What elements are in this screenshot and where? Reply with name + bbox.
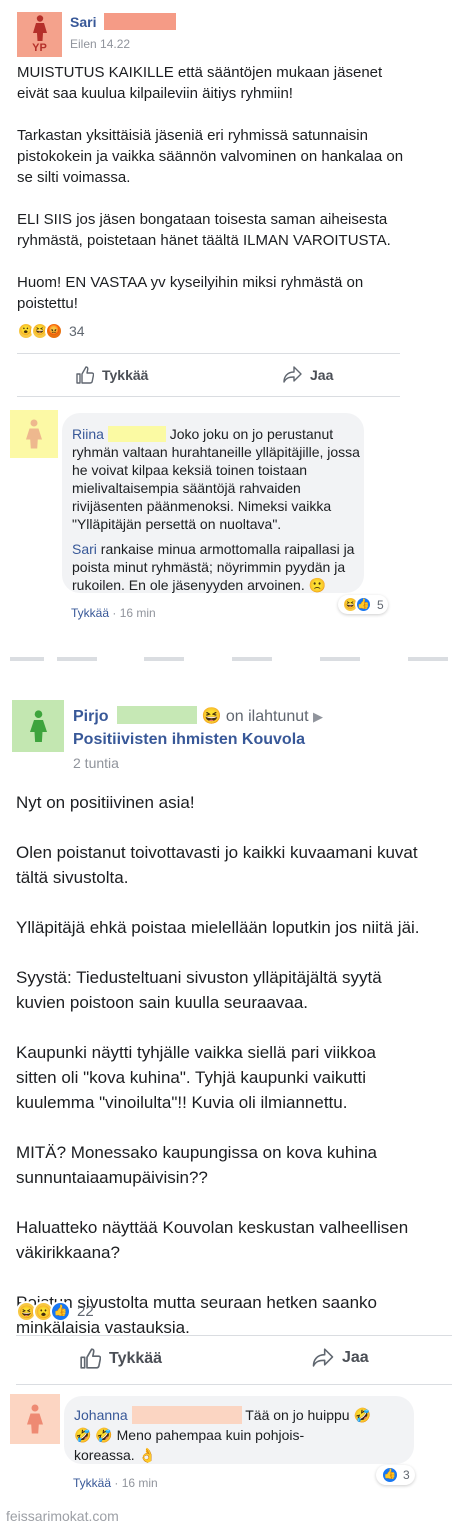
post-header: Pirjo 😆 on ilahtunut ▶ (73, 706, 323, 726)
post-time[interactable]: Eilen 14.22 (70, 37, 130, 51)
angry-reaction-icon: 😡 (45, 322, 63, 340)
comment-text-block: Sari rankaise minua armottomalla raipall… (72, 540, 360, 594)
post-paragraph: ELI SIIS jos jäsen bongataan toisesta sa… (17, 211, 391, 249)
comment-mention[interactable]: Sari (72, 541, 97, 557)
separator: · (112, 606, 117, 620)
comment-text: rankaise minua armottomalla raipallasi j… (72, 541, 355, 593)
thumbs-up-icon (80, 1348, 101, 1369)
post-paragraph: MUISTUTUS KAIKILLE että sääntöjen mukaan… (17, 64, 383, 102)
separator-line (144, 657, 184, 661)
watermark: feissarimokat.com (6, 1508, 119, 1524)
comment-bubble: Riina Joko joku on jo perustanut ryhmän … (62, 413, 364, 593)
separator-line (10, 657, 44, 661)
comment-like-link[interactable]: Tykkää (71, 606, 109, 620)
comment-reactions[interactable]: 😆 👍 5 (338, 595, 388, 614)
separator-line (232, 657, 272, 661)
divider (17, 353, 400, 354)
redacted-name (131, 1406, 242, 1424)
share-icon (312, 1348, 334, 1367)
comment-text: Tää on jo huippu 🤣 (245, 1407, 371, 1423)
like-button[interactable]: Tykkää (76, 366, 148, 384)
reaction-count: 5 (377, 597, 384, 612)
comment-text-block: Johanna Tää on jo huippu 🤣 (74, 1405, 409, 1425)
reaction-summary[interactable]: 😮 😆 😡 34 (17, 322, 85, 340)
post-paragraph: MITÄ? Monessako kaupungissa on kova kuhi… (16, 1143, 377, 1187)
reaction-count: 3 (403, 1468, 410, 1482)
redacted-name (117, 706, 198, 724)
person-icon (27, 1404, 43, 1434)
comment-time[interactable]: 16 min (122, 1476, 158, 1490)
comment-actions: Tykkää · 16 min (71, 606, 156, 620)
like-reaction-icon: 👍 (355, 596, 372, 613)
post-author[interactable]: Sari (70, 14, 96, 30)
like-button[interactable]: Tykkää (80, 1348, 162, 1369)
post-paragraph: Tarkastan yksittäisiä jäseniä eri ryhmis… (17, 127, 404, 186)
comment-author[interactable]: Riina (72, 426, 104, 442)
thumbs-up-icon (76, 366, 94, 384)
comment-text-block: 🤣 🤣 Meno pahempaa kuin pohjois-koreassa.… (74, 1425, 344, 1465)
comment-bubble: Johanna Tää on jo huippu 🤣 🤣 🤣 Meno pahe… (64, 1396, 414, 1464)
feeling-text: on ilahtunut (225, 708, 309, 725)
person-icon (26, 419, 42, 449)
comment-like-link[interactable]: Tykkää (73, 1476, 111, 1490)
divider (16, 1335, 452, 1336)
comment-avatar[interactable] (10, 410, 58, 458)
post-paragraph: Nyt on positiivinen asia! (16, 793, 195, 812)
separator-line (408, 657, 448, 661)
play-arrow-icon: ▶ (313, 709, 324, 724)
post-body: MUISTUTUS KAIKILLE että sääntöjen mukaan… (17, 62, 407, 335)
separator-line (320, 657, 360, 661)
share-label: Jaa (310, 366, 334, 383)
avatar[interactable] (12, 700, 64, 752)
comment-text: 🤣 🤣 Meno pahempaa kuin pohjois-koreassa.… (74, 1427, 305, 1463)
comment-avatar[interactable] (10, 1394, 60, 1444)
divider (17, 396, 400, 397)
reaction-summary[interactable]: 😆 😮 👍 22 (16, 1301, 94, 1322)
comment-reactions[interactable]: 👍 3 (376, 1465, 415, 1485)
person-icon (29, 710, 47, 742)
separator-line (57, 657, 97, 661)
share-icon (283, 366, 302, 383)
post-paragraph: Syystä: Tiedusteltuani sivuston ylläpitä… (16, 968, 382, 1012)
comment-time[interactable]: 16 min (120, 606, 156, 620)
share-button[interactable]: Jaa (283, 366, 333, 383)
feeling-icon: 😆 (201, 708, 222, 725)
post-author[interactable]: Pirjo (73, 708, 109, 725)
post-body: Nyt on positiivinen asia! Olen poistanut… (16, 790, 421, 1365)
like-reaction-icon: 👍 (381, 1466, 399, 1484)
reaction-count: 22 (77, 1303, 94, 1320)
divider (16, 1384, 452, 1385)
reaction-count: 34 (69, 323, 85, 339)
share-button[interactable]: Jaa (312, 1348, 369, 1367)
redacted-name (107, 426, 166, 442)
separator: · (114, 1476, 119, 1490)
like-reaction-icon: 👍 (50, 1301, 71, 1322)
post-paragraph: Kaupunki näytti tyhjälle vaikka siellä p… (16, 1043, 377, 1112)
post-paragraph: Ylläpitäjä ehkä poistaa mielellään loput… (16, 918, 420, 937)
avatar-initials: YP (32, 42, 47, 54)
comment-author[interactable]: Johanna (74, 1407, 128, 1423)
share-label: Jaa (342, 1348, 369, 1366)
comment-actions: Tykkää · 16 min (73, 1476, 158, 1490)
person-icon (32, 15, 47, 41)
comment-text-block: Riina Joko joku on jo perustanut ryhmän … (72, 425, 360, 533)
post-paragraph: Haluatteko näyttää Kouvolan keskustan va… (16, 1218, 409, 1262)
like-label: Tykkää (102, 367, 149, 383)
redacted-name (104, 13, 177, 30)
post-time[interactable]: 2 tuntia (73, 755, 119, 771)
avatar[interactable]: YP (17, 12, 62, 57)
post-paragraph: Huom! EN VASTAA yv kyseilyihin miksi ryh… (17, 274, 364, 312)
group-link[interactable]: Positiivisten ihmisten Kouvola (73, 731, 305, 749)
post-paragraph: Olen poistanut toivottavasti jo kaikki k… (16, 843, 418, 887)
like-label: Tykkää (109, 1349, 163, 1367)
